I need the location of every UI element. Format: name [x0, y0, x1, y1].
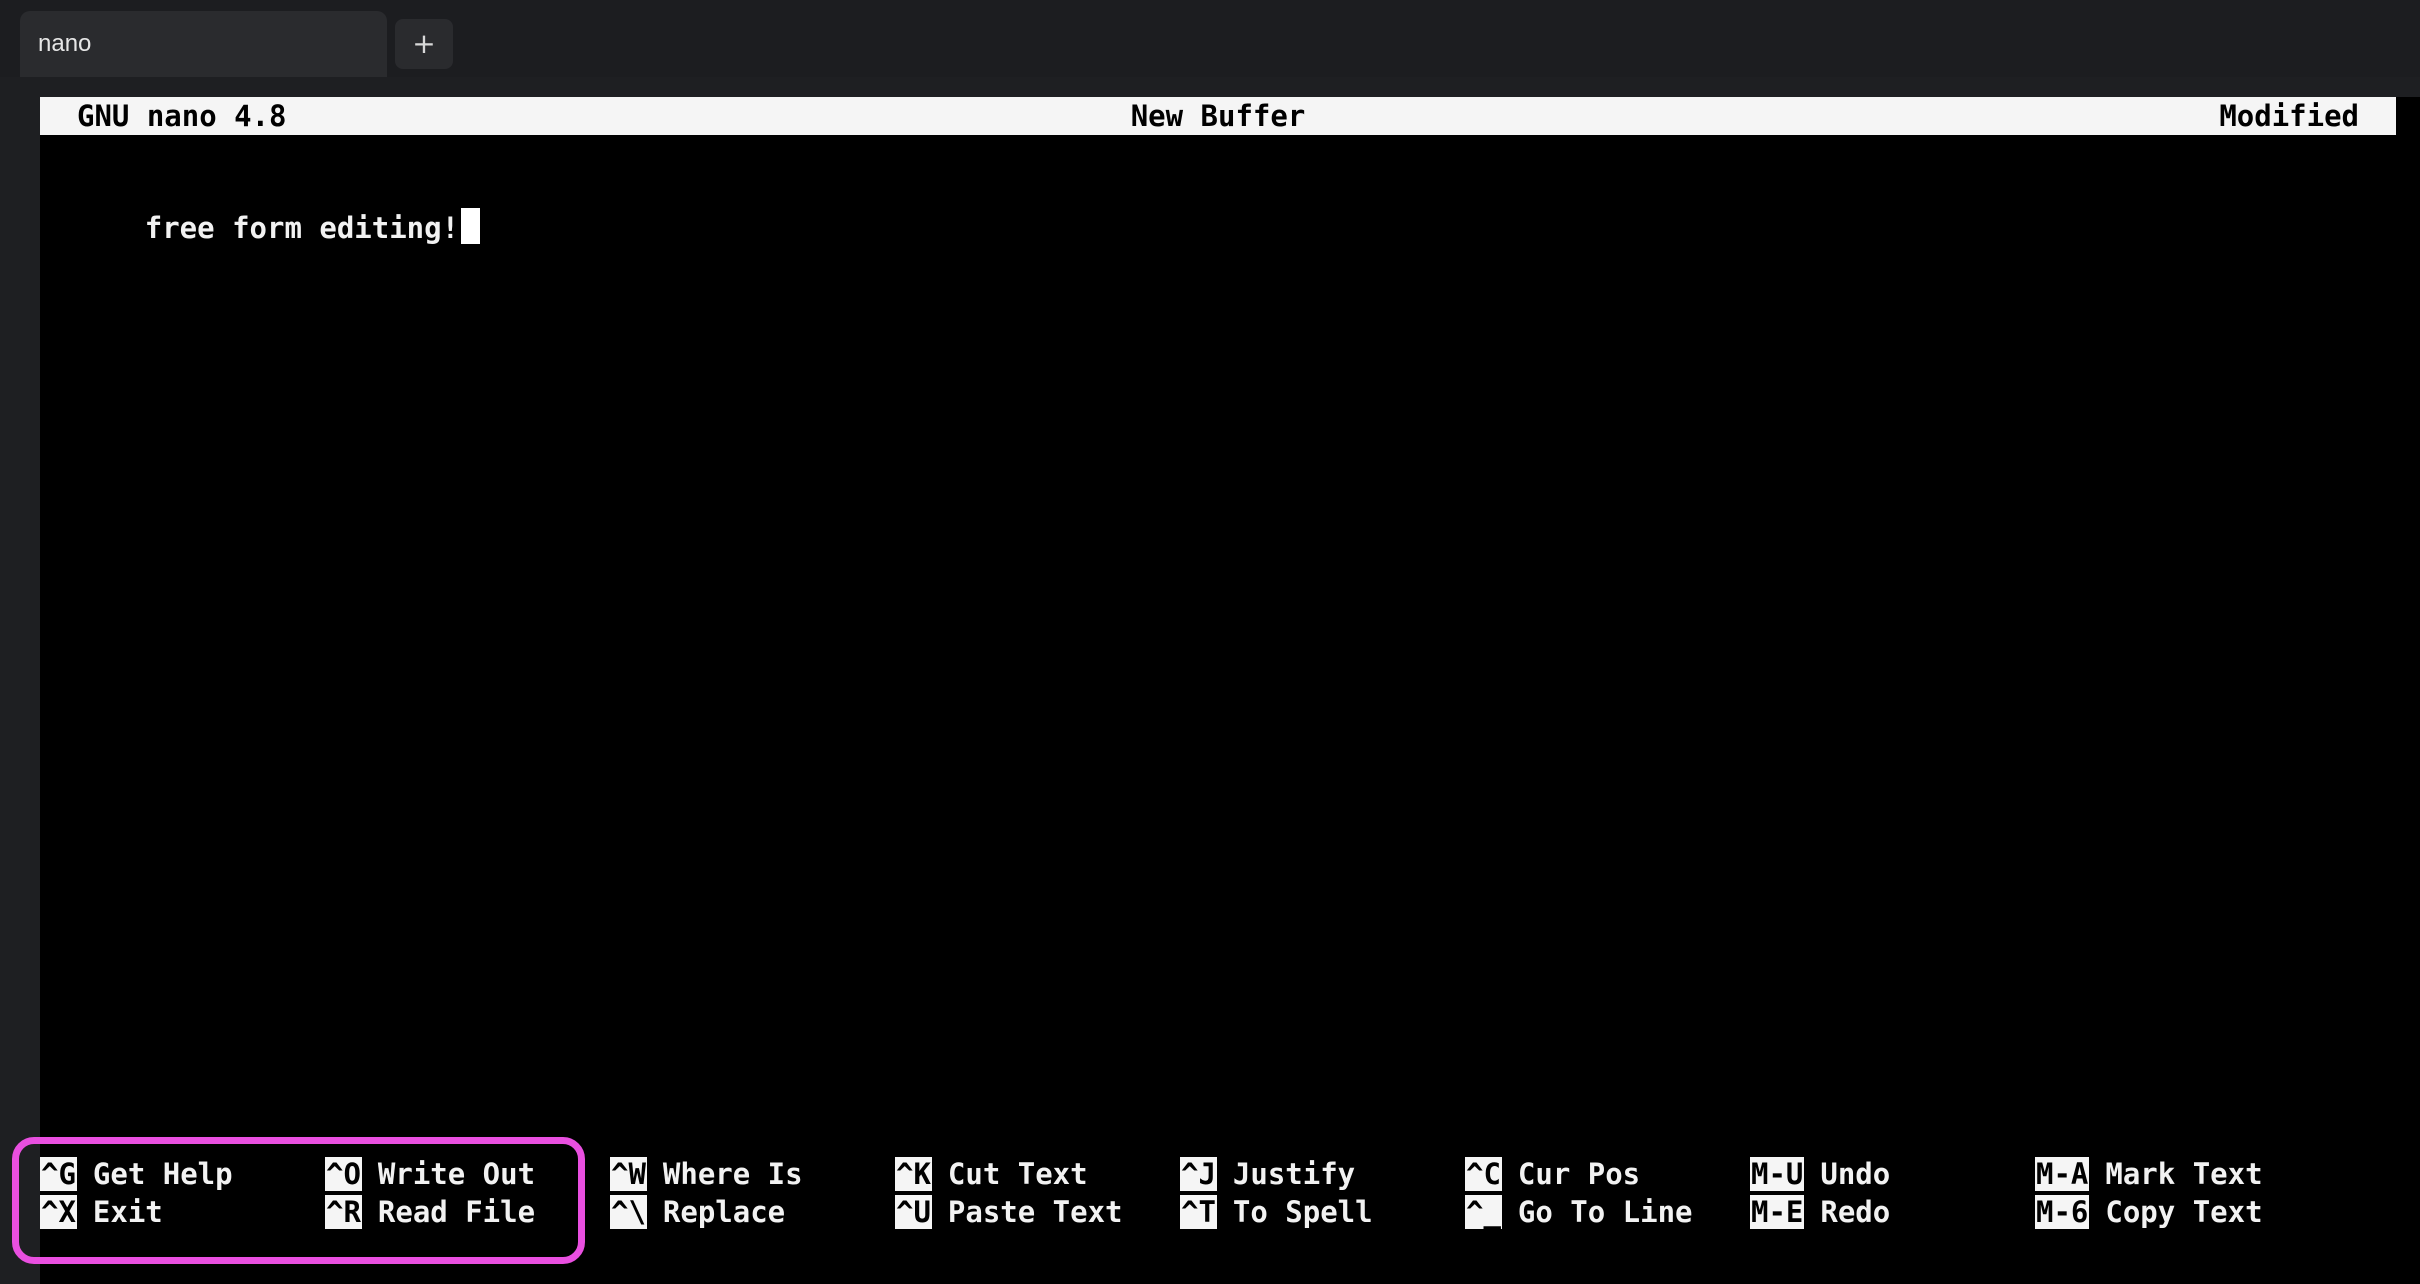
shortcut-item: ^_ Go To Line [1465, 1193, 1693, 1231]
tab-title: nano [38, 30, 92, 57]
tab-nano[interactable]: nano [20, 11, 387, 77]
shortcut-label: Undo [1820, 1157, 1891, 1191]
shortcut-key: ^J [1180, 1157, 1217, 1191]
shortcut-label: Justify [1232, 1157, 1356, 1191]
shortcut-key: M-6 [2035, 1195, 2090, 1229]
shortcut-item: ^U Paste Text [895, 1193, 1123, 1231]
shortcut-key: ^W [610, 1157, 647, 1191]
shortcut-label: To Spell [1232, 1195, 1373, 1229]
plus-icon: + [412, 27, 436, 60]
editor-text: free form editing! [144, 211, 460, 245]
shortcut-item: M-E Redo [1750, 1193, 1890, 1231]
shortcut-item: ^T To Spell [1180, 1193, 1373, 1231]
shortcut-label: Where Is [662, 1157, 803, 1191]
highlight-annotation [12, 1137, 585, 1264]
shortcut-label: Cut Text [947, 1157, 1088, 1191]
new-tab-button[interactable]: + [395, 19, 453, 69]
editor-area[interactable]: free form editing! [40, 170, 481, 285]
terminal-pane: GNU nano 4.8 New Buffer Modified free fo… [0, 77, 2420, 1284]
tab-bar: nano + [0, 0, 2420, 77]
shortcut-item: M-A Mark Text [2035, 1155, 2263, 1193]
shortcut-key: M-U [1750, 1157, 1805, 1191]
shortcut-label: Copy Text [2105, 1195, 2263, 1229]
shortcut-label: Cur Pos [1517, 1157, 1641, 1191]
shortcut-key: ^T [1180, 1195, 1217, 1229]
shortcut-key: M-E [1750, 1195, 1805, 1229]
shortcut-label: Paste Text [947, 1195, 1123, 1229]
shortcut-item: ^C Cur Pos [1465, 1155, 1640, 1193]
shortcut-item: ^J Justify [1180, 1155, 1355, 1193]
shortcut-item: ^K Cut Text [895, 1155, 1088, 1193]
shortcut-item: ^W Where Is [610, 1155, 803, 1193]
shortcut-key: ^U [895, 1195, 932, 1229]
shortcut-item: ^\ Replace [610, 1193, 785, 1231]
nano-title-bar: GNU nano 4.8 New Buffer Modified [40, 97, 2396, 135]
shortcut-key: ^K [895, 1157, 932, 1191]
modified-status: Modified [2219, 99, 2359, 133]
shortcut-label: Replace [662, 1195, 786, 1229]
shortcut-label: Mark Text [2105, 1157, 2263, 1191]
shortcut-item: M-6 Copy Text [2035, 1193, 2263, 1231]
shortcut-key: ^_ [1465, 1195, 1502, 1229]
shortcut-label: Go To Line [1517, 1195, 1693, 1229]
shortcut-key: M-A [2035, 1157, 2090, 1191]
shortcut-item: M-U Undo [1750, 1155, 1890, 1193]
buffer-name: New Buffer [1130, 99, 1306, 133]
shortcut-label: Redo [1820, 1195, 1891, 1229]
shortcut-key: ^\ [610, 1195, 647, 1229]
terminal[interactable]: GNU nano 4.8 New Buffer Modified free fo… [40, 97, 2420, 1284]
shortcut-key: ^C [1465, 1157, 1502, 1191]
text-cursor [461, 208, 481, 244]
